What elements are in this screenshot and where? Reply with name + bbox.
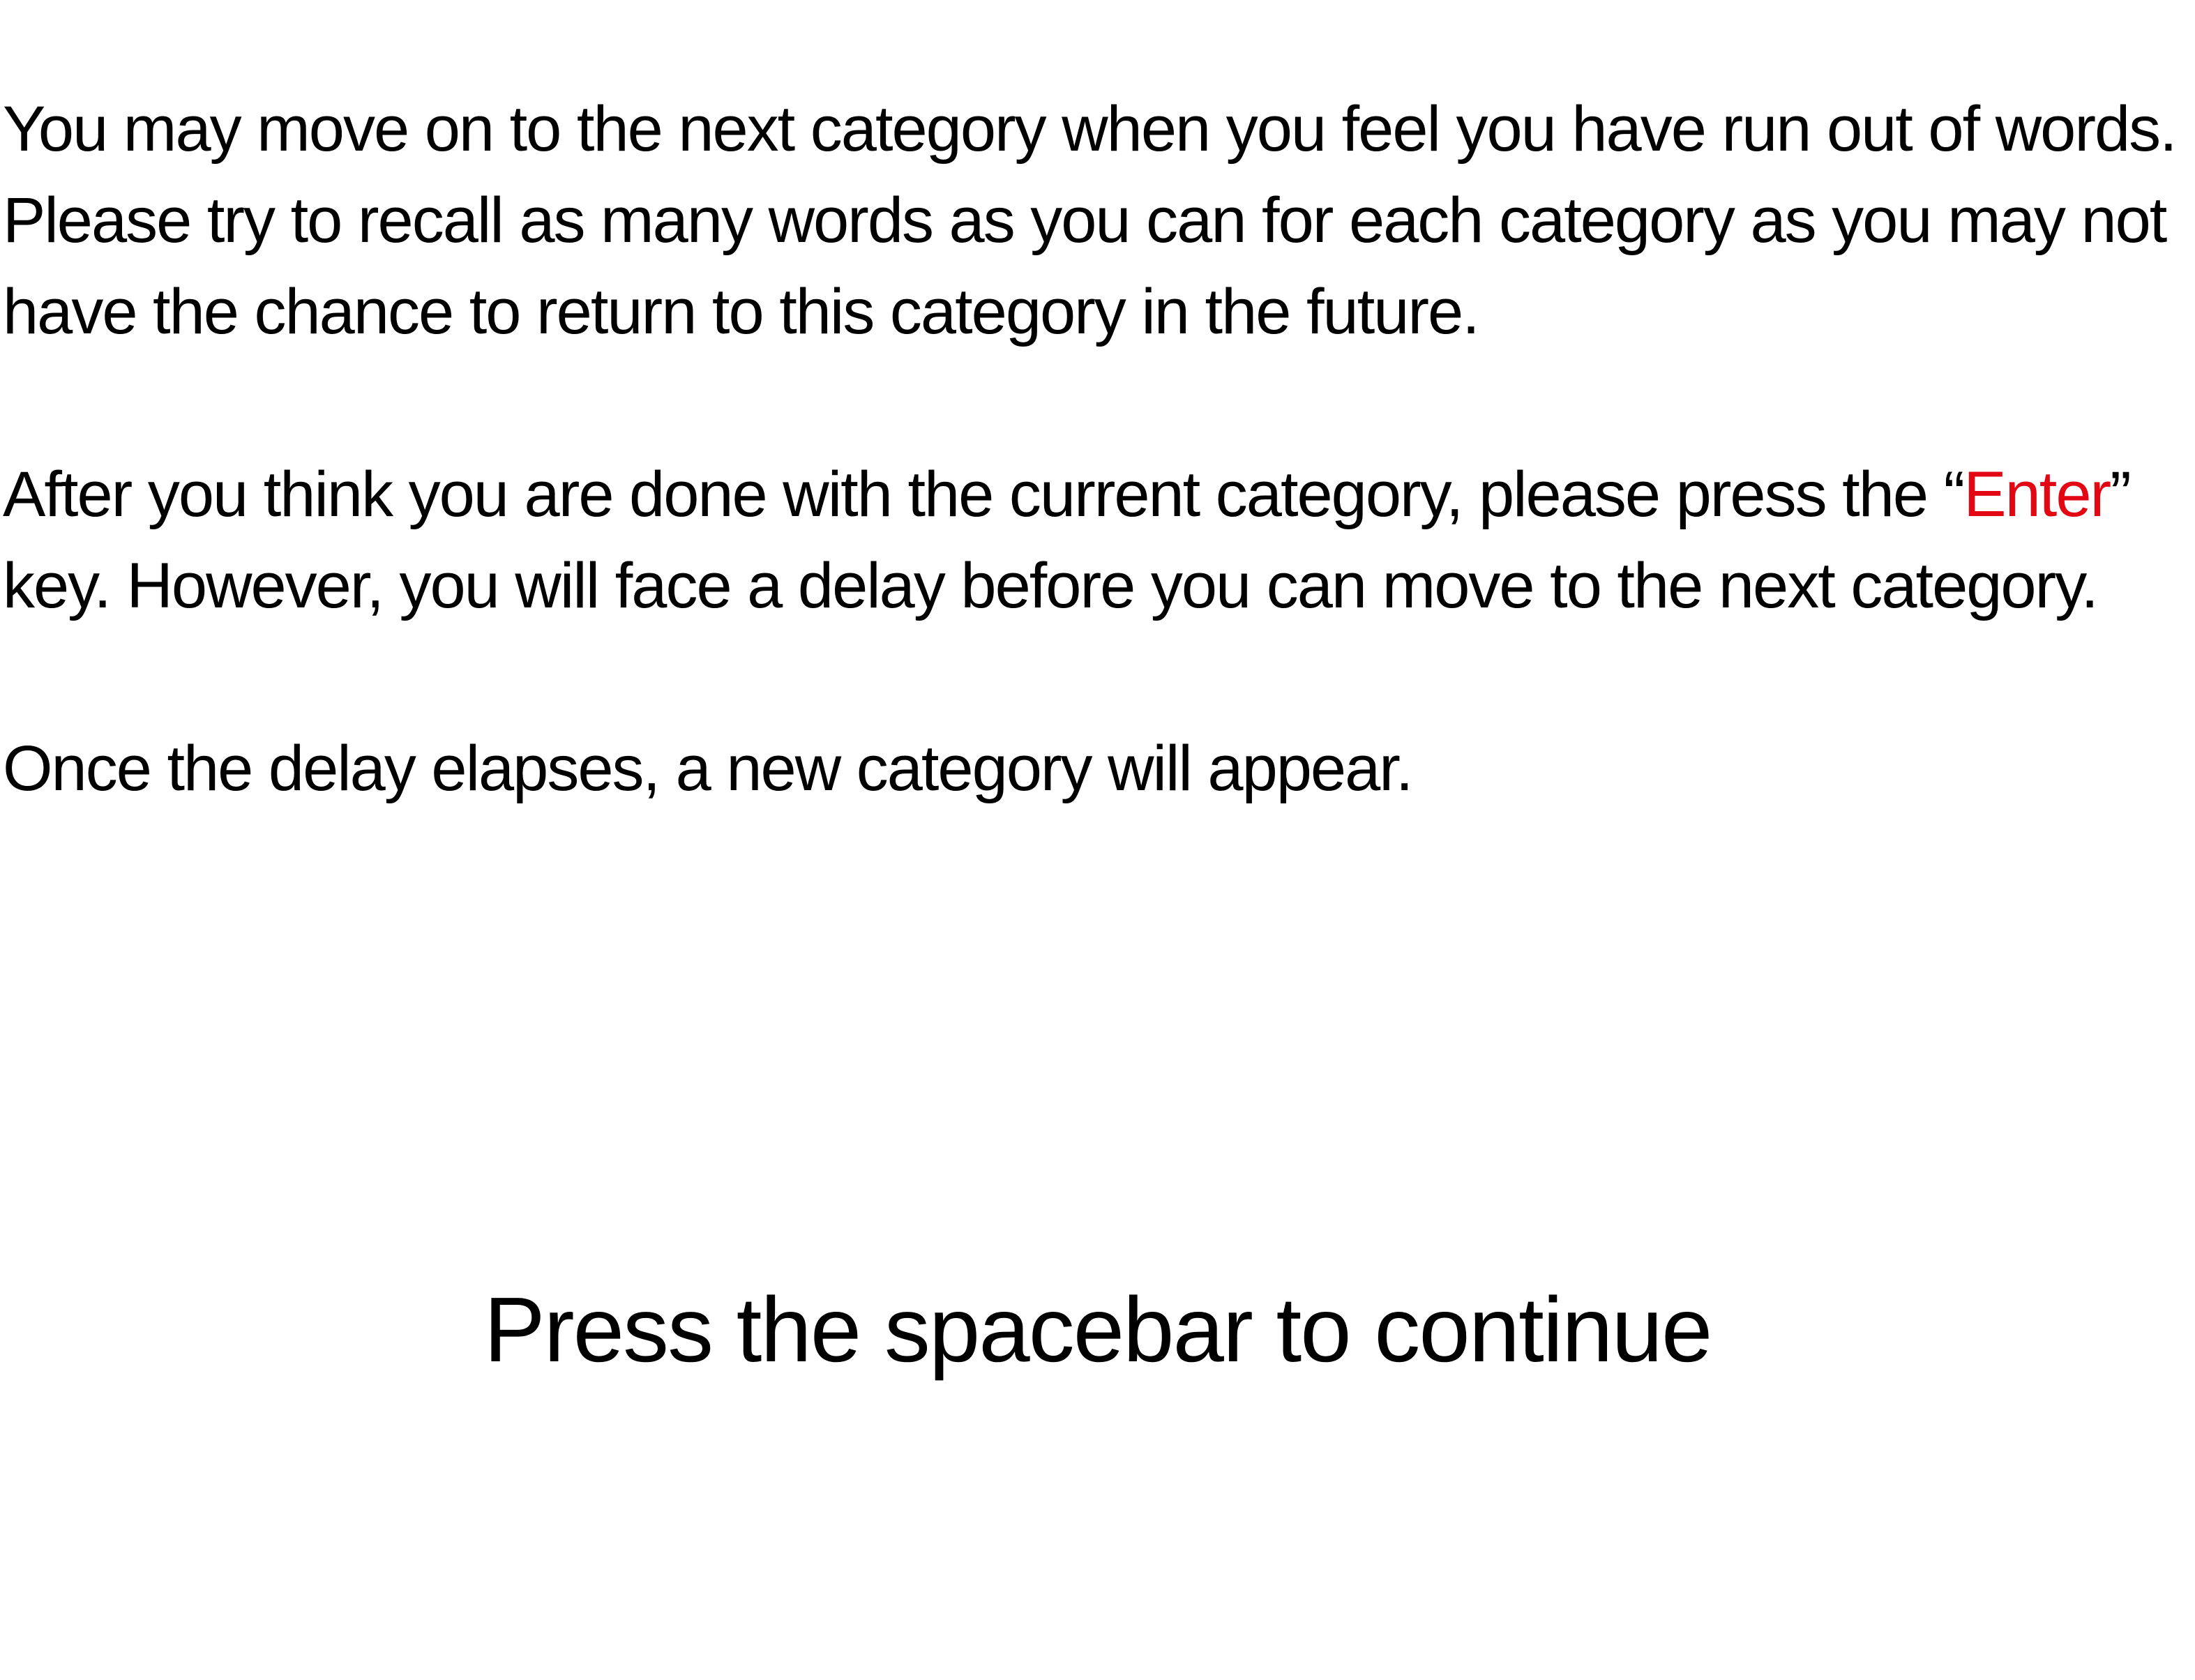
instruction-paragraph-2: After you think you are done with the cu… [3,449,2186,632]
instruction-paragraph-1: You may move on to the next category whe… [3,93,2178,347]
enter-key-label: Enter [1963,459,2111,530]
instruction-paragraph-3: Once the delay elapses, a new category w… [3,733,1413,804]
continue-prompt: Press the spacebar to continue [483,1278,1713,1381]
instruction-paragraph-2-before: After you think you are done with the cu… [3,459,1965,530]
instructions-text: You may move on to the next category whe… [3,84,2186,906]
